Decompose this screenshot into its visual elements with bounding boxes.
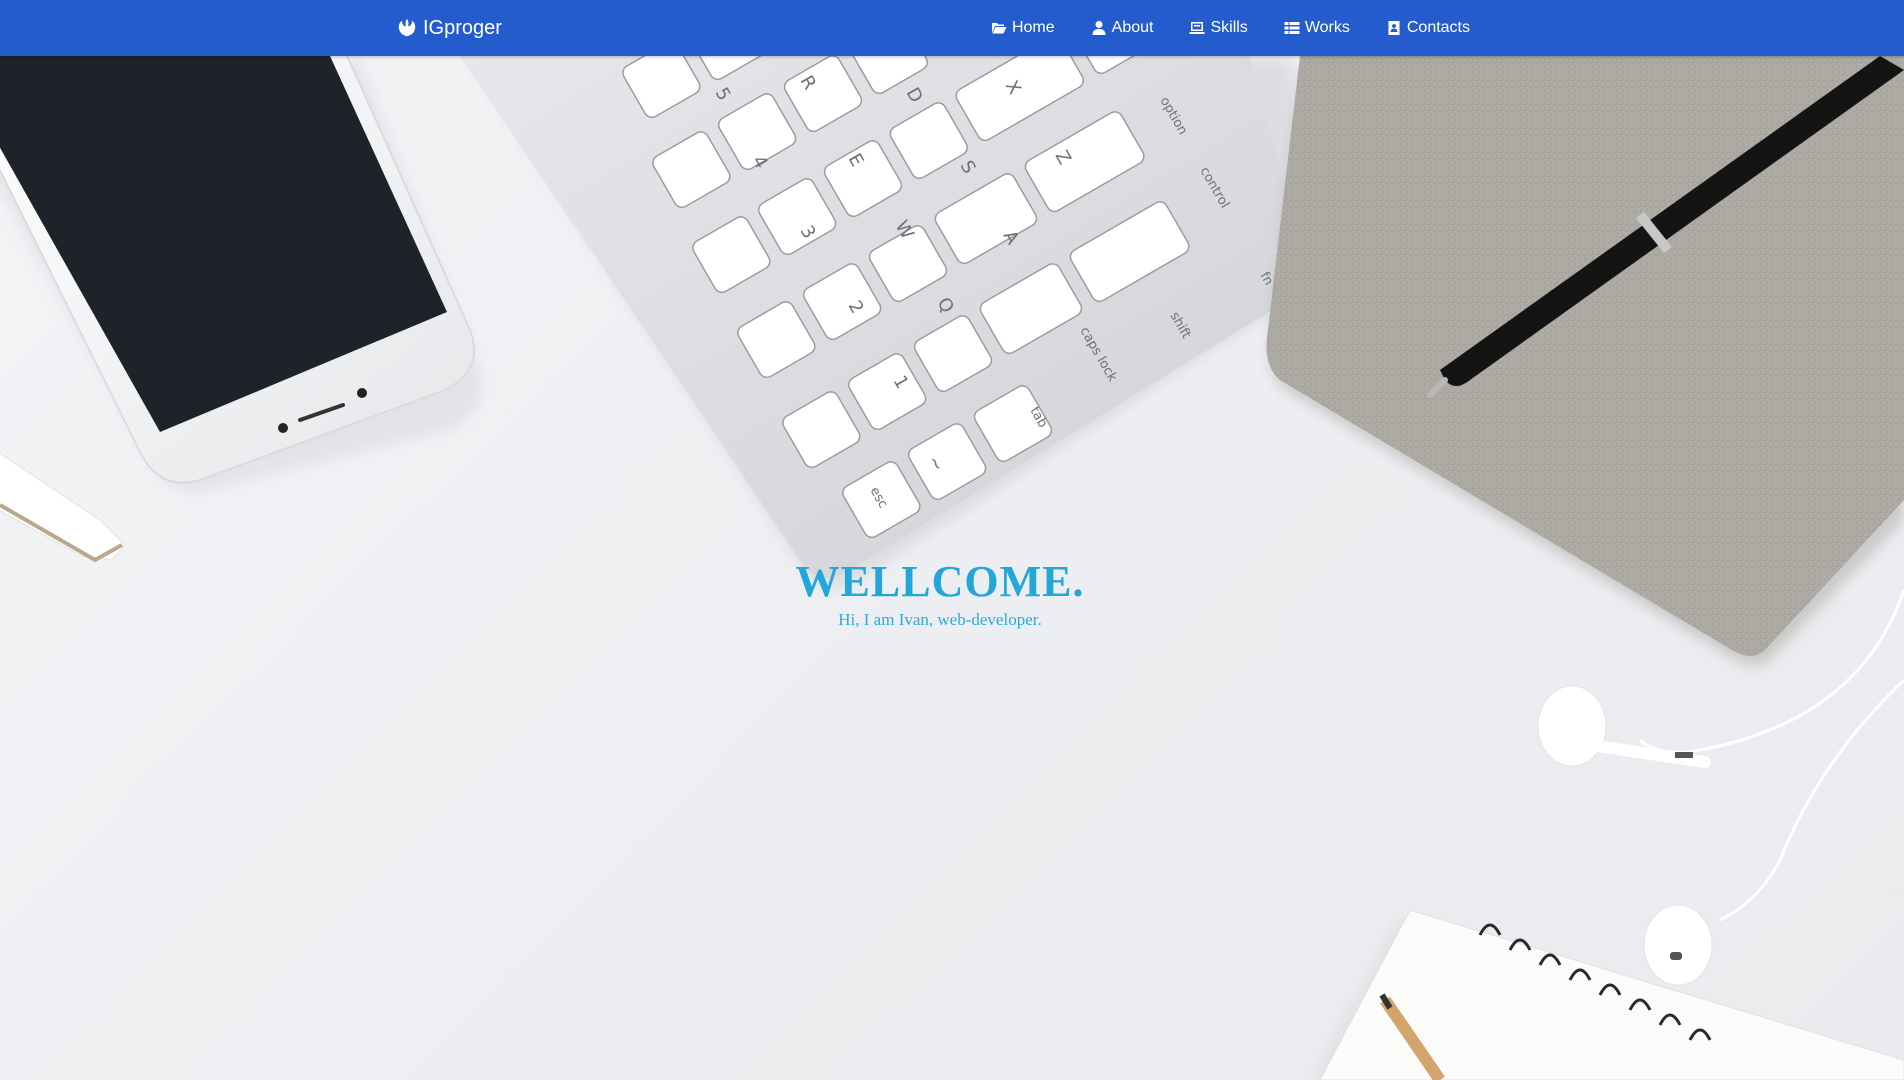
hero-section: WELLCOME. Hi, I am Ivan, web-developer.	[0, 556, 1880, 630]
spiral-notepad-image	[1310, 909, 1904, 1080]
nav-item-home[interactable]: Home	[973, 0, 1073, 56]
nav-item-skills[interactable]: Skills	[1171, 0, 1265, 56]
table-icon	[1284, 22, 1300, 34]
hero-subtitle: Hi, I am Ivan, web-developer.	[838, 610, 1042, 629]
nav-label-about: About	[1111, 19, 1154, 36]
nav-item-about[interactable]: About	[1073, 0, 1172, 56]
user-icon	[1092, 21, 1106, 35]
nav-label-skills: Skills	[1210, 19, 1248, 36]
brand-link[interactable]: IGproger	[396, 0, 502, 56]
nav-label-home: Home	[1011, 19, 1055, 36]
laptop-icon	[1189, 22, 1205, 34]
folder-open-icon	[991, 23, 1007, 34]
pen-left-image	[0, 452, 126, 563]
address-book-icon	[1388, 21, 1400, 35]
top-navbar: IGproger Home About Skills Works Contact…	[0, 0, 1904, 56]
desk-background-image: 5 R D X option 4 E S Z control 3 W A shi…	[0, 0, 1904, 1080]
nav-label-works: Works	[1304, 19, 1350, 36]
nav-label-contacts: Contacts	[1406, 19, 1470, 36]
earbud-image	[1537, 685, 1713, 986]
page: 5 R D X option 4 E S Z control 3 W A shi…	[0, 0, 1904, 1080]
hero-title: WELLCOME.	[795, 557, 1085, 606]
nav-item-works[interactable]: Works	[1266, 0, 1368, 56]
nav-menu: Home About Skills Works Contacts	[973, 0, 1488, 56]
jedi-order-icon	[398, 18, 416, 37]
smartphone-image	[0, 39, 482, 492]
brand-name: IGproger	[423, 16, 502, 39]
keyboard-image: 5 R D X option 4 E S Z control 3 W A shi…	[460, 0, 1310, 589]
nav-item-contacts[interactable]: Contacts	[1368, 0, 1488, 56]
